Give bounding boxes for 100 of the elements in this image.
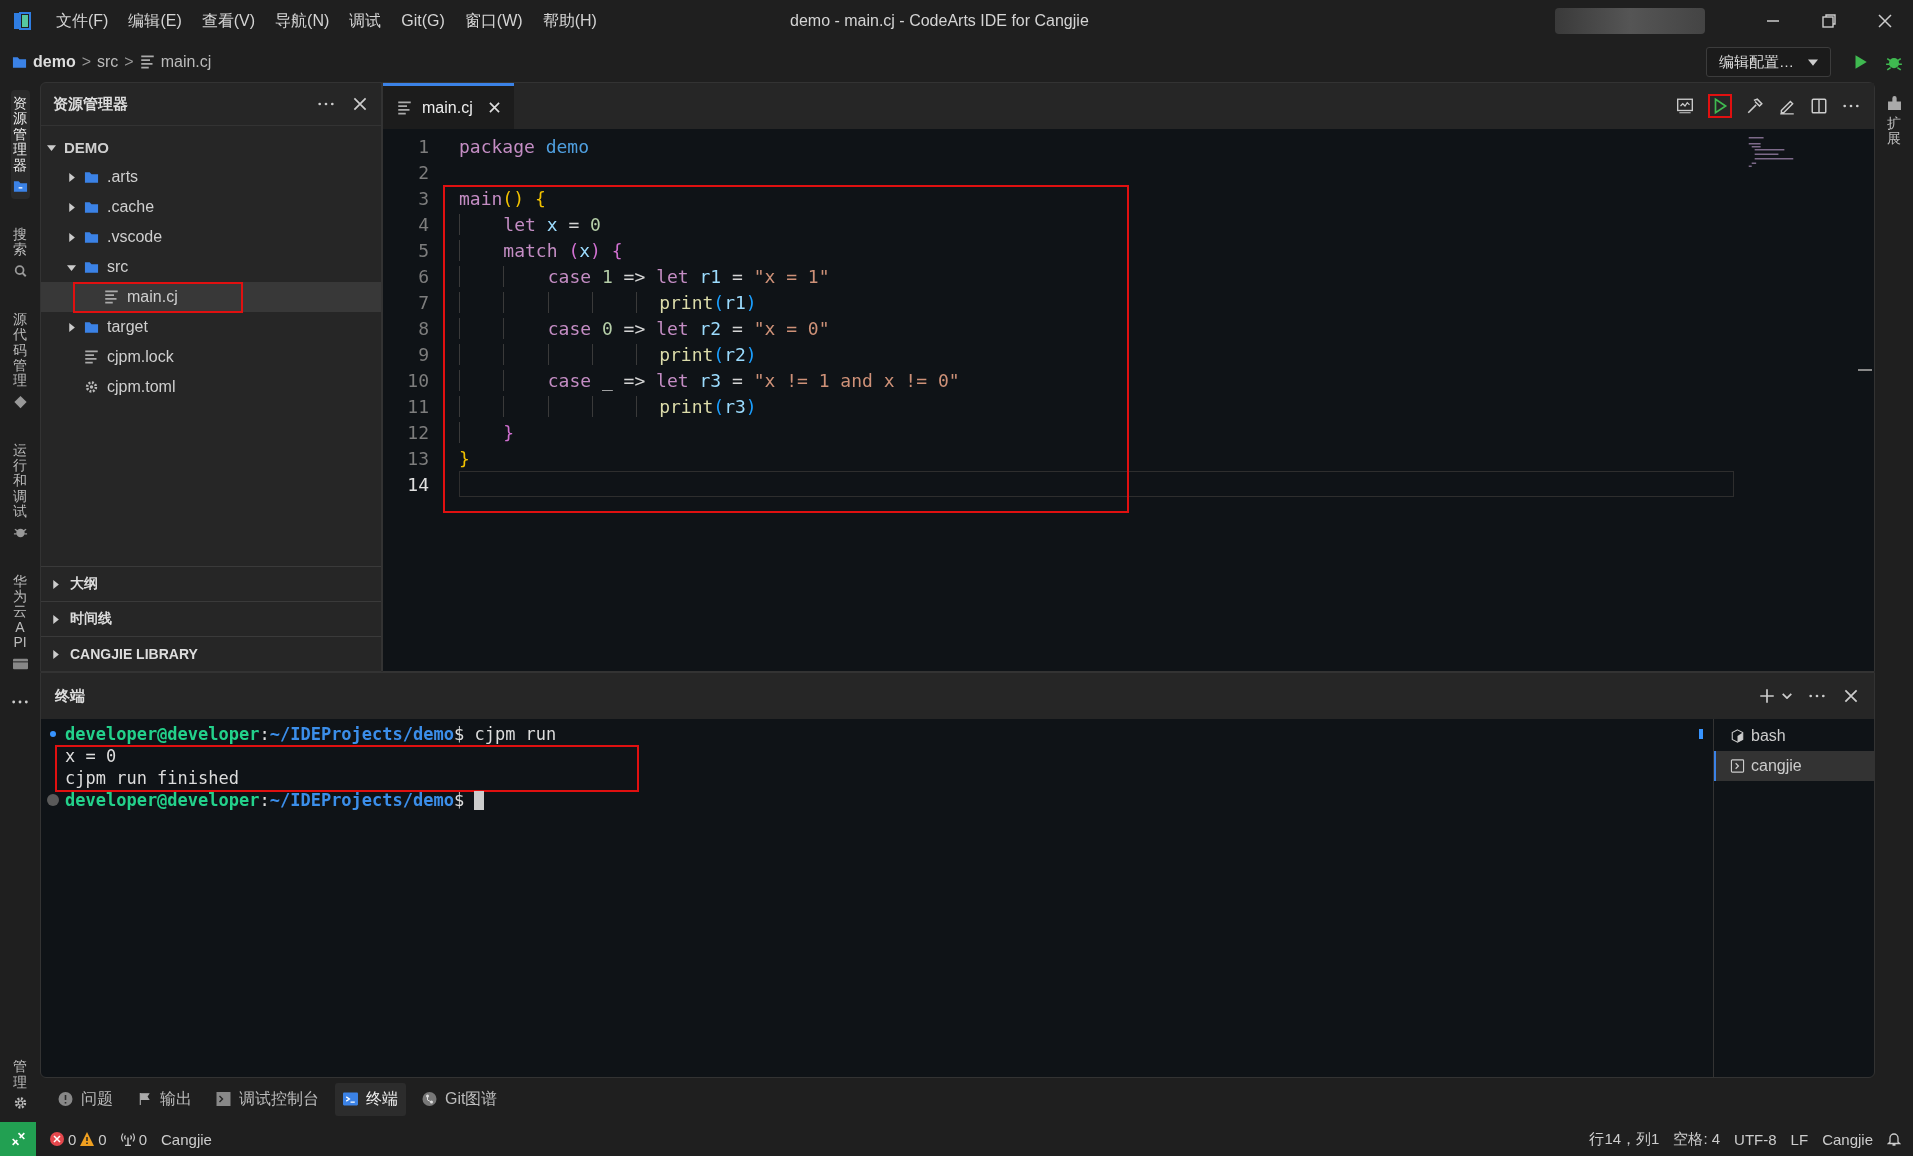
line-number: 10 [406, 369, 429, 391]
ports-count[interactable]: 0 [138, 1130, 148, 1148]
scroll-marker [1699, 729, 1703, 739]
breadcrumb-item[interactable]: src [97, 53, 119, 71]
close-icon[interactable] [1842, 687, 1860, 705]
split-editor-icon[interactable] [1810, 97, 1828, 115]
terminal-session[interactable]: cangjie [1714, 751, 1874, 781]
manage-item[interactable]: 管理 [10, 1053, 30, 1116]
tree-item[interactable]: target [41, 312, 381, 342]
terminal-icon [1730, 759, 1745, 773]
editor-tab[interactable]: main.cj [383, 83, 514, 129]
more-icon[interactable] [11, 698, 29, 705]
breadcrumb-item[interactable]: demo [33, 53, 76, 71]
status-item[interactable]: Cangjie [1822, 1130, 1873, 1148]
tree-item[interactable]: cjpm.toml [41, 372, 381, 402]
flag-icon [137, 1092, 152, 1106]
tree-folder[interactable]: DEMO [41, 132, 381, 162]
line-number: 11 [406, 395, 429, 417]
tree-item[interactable]: cjpm.lock [41, 342, 381, 372]
tree-item[interactable]: .vscode [41, 222, 381, 252]
extensions-item[interactable]: 扩展 [1884, 90, 1904, 153]
folder-icon [84, 200, 99, 214]
close-icon[interactable] [351, 95, 369, 113]
panel-tab[interactable]: 问题 [50, 1082, 121, 1116]
line-number: 5 [417, 239, 429, 261]
section-header[interactable]: 大纲 [41, 566, 381, 601]
tree-item[interactable]: src [41, 252, 381, 282]
menu-item[interactable]: 查看(V) [191, 10, 266, 32]
panel-tab[interactable]: 终端 [335, 1082, 406, 1116]
menu-item[interactable]: 文件(F) [46, 10, 119, 32]
tree-item[interactable]: .cache [41, 192, 381, 222]
caret-icon [1808, 58, 1818, 66]
status-item[interactable]: 行14，列1 [1589, 1129, 1660, 1149]
menu-item[interactable]: 帮助(H) [532, 10, 607, 32]
close-icon[interactable] [488, 102, 500, 113]
terminal-line: developer@developer:~/IDEProjects/demo$ [65, 790, 465, 810]
panel-tab[interactable]: 调试控制台 [208, 1082, 327, 1116]
activity-item[interactable]: 搜索 [10, 220, 30, 284]
terminal-session[interactable]: bash [1714, 721, 1874, 751]
menu-item[interactable]: 导航(N) [265, 10, 340, 32]
preview-icon[interactable] [1676, 97, 1694, 115]
terminal-line: x = 0 [65, 746, 117, 766]
panel-title: 终端 [55, 686, 85, 706]
gear-icon [84, 380, 99, 394]
menu-item[interactable]: 窗口(W) [454, 10, 533, 32]
folder-icon [84, 260, 99, 274]
close-icon[interactable] [1877, 13, 1893, 29]
activity-item[interactable]: 源代码管理 [10, 305, 30, 415]
line-number: 13 [406, 447, 429, 469]
bell-icon[interactable] [1887, 1132, 1901, 1146]
menu-item[interactable]: 编辑(E) [118, 10, 192, 32]
activity-item[interactable]: 资源管理器 [10, 90, 30, 199]
panel-tab[interactable]: Git图谱 [414, 1082, 506, 1116]
activity-item[interactable]: 华为云 API [10, 567, 30, 677]
menu-item[interactable]: 调试 [339, 10, 392, 32]
status-item[interactable]: UTF-8 [1734, 1130, 1777, 1148]
activity-item[interactable]: 运行和调试 [10, 436, 30, 546]
tree-item[interactable]: main.cj [41, 282, 381, 312]
terminal-line: developer@developer:~/IDEProjects/demo$ cjpm run [65, 724, 557, 744]
remote-button[interactable] [0, 1122, 36, 1156]
line-number: 9 [417, 343, 429, 365]
remote-icon [10, 1132, 26, 1146]
file-lines-icon [84, 350, 99, 364]
section-header[interactable]: 时间线 [41, 601, 381, 636]
breadcrumb-separator: > [81, 53, 91, 71]
code-line: print(r2) [459, 343, 757, 365]
line-number: 12 [406, 421, 429, 443]
restore-icon[interactable] [1821, 13, 1837, 29]
line-number: 4 [417, 213, 429, 235]
error-count[interactable]: 0 [68, 1130, 77, 1148]
status-item[interactable]: Cangjie [161, 1130, 212, 1148]
file-lines-icon [397, 100, 412, 115]
hammer-icon[interactable] [1746, 97, 1764, 115]
cube-icon [1730, 729, 1745, 743]
code-line: print(r1) [459, 291, 757, 313]
status-item[interactable]: LF [1790, 1130, 1809, 1148]
code-line: } [459, 447, 470, 469]
panel-title: 资源管理器 [53, 94, 128, 114]
warning-count[interactable]: 0 [98, 1130, 107, 1148]
menu-item[interactable]: Git(G) [391, 12, 455, 30]
run-config-dropdown[interactable]: 编辑配置… [1706, 47, 1831, 77]
folder-icon [84, 230, 99, 244]
line-number: 6 [417, 265, 429, 287]
breadcrumb-item[interactable]: main.cj [160, 53, 212, 71]
puzzle-icon [1886, 96, 1902, 110]
folder-label: DEMO [64, 138, 109, 156]
caret-icon[interactable] [1782, 693, 1792, 699]
code-line: main() { [459, 187, 546, 209]
code-line: match (x) { [459, 239, 623, 261]
console-icon [216, 1092, 231, 1106]
section-header[interactable]: CANGJIE LIBRARY [41, 636, 381, 671]
status-item[interactable]: 空格: 4 [1673, 1129, 1721, 1149]
code-line: case 0 => let r2 = "x = 0" [459, 317, 830, 339]
tree-item[interactable]: .arts [41, 162, 381, 192]
line-number: 2 [417, 161, 429, 183]
line-number: 7 [417, 291, 429, 313]
panel-tab[interactable]: 输出 [129, 1082, 200, 1116]
run-button[interactable] [1708, 94, 1732, 118]
line-number: 8 [417, 317, 429, 339]
plus-icon[interactable] [1758, 687, 1776, 705]
